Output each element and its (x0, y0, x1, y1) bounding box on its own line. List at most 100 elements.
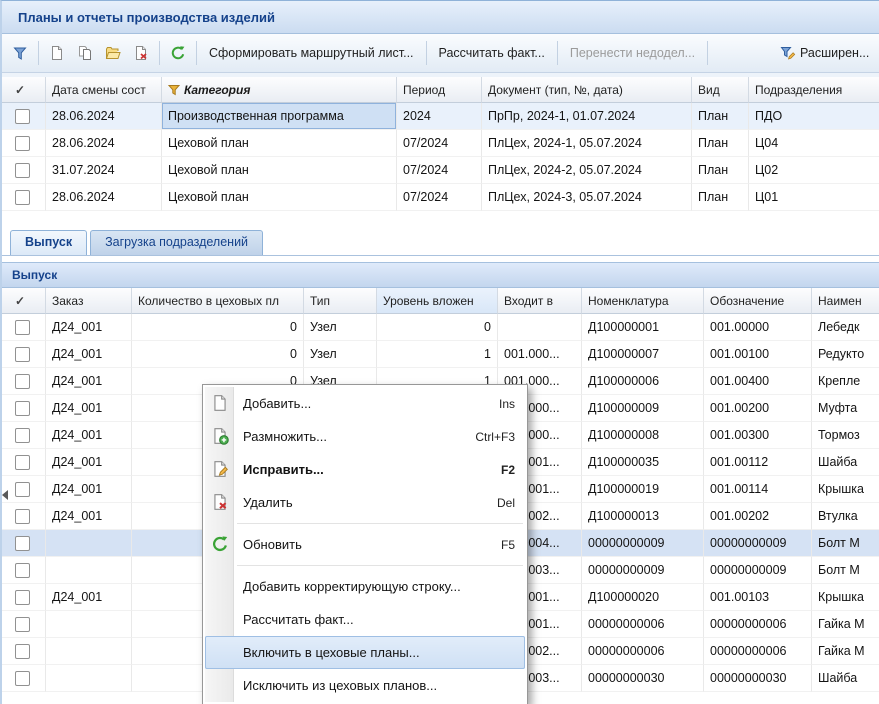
plans-table-cell-document: ПлЦех, 2024-1, 05.07.2024 (482, 130, 692, 157)
plans-table-header-check[interactable]: ✓ (2, 77, 46, 103)
output-table-cell-order: Д24_001 (46, 368, 132, 395)
select-all-checkmark-icon: ✓ (15, 294, 25, 308)
open-folder-icon (105, 45, 121, 61)
row-checkbox[interactable] (15, 428, 30, 443)
filter-button[interactable] (6, 40, 34, 66)
plans-table-cell-category: Цеховой план (162, 130, 397, 157)
plans-table-cell-kind: План (692, 157, 749, 184)
row-checkbox[interactable] (15, 190, 30, 205)
add-button[interactable] (43, 40, 71, 66)
output-table-header-qty[interactable]: Количество в цеховых пл (132, 288, 304, 314)
menu-item[interactable]: Добавить корректирующую строку... (205, 570, 525, 603)
row-checkbox[interactable] (15, 590, 30, 605)
output-table-header-nomenclature[interactable]: Номенклатура (582, 288, 704, 314)
output-table-header-level[interactable]: Уровень вложен (377, 288, 498, 314)
output-table-header-check[interactable]: ✓ (2, 288, 46, 314)
row-checkbox[interactable] (15, 320, 30, 335)
output-table-cell-text: 00000000009 (710, 536, 786, 550)
row-checkbox[interactable] (15, 401, 30, 416)
output-table-cell-order (46, 611, 132, 638)
output-table-header-label: Количество в цеховых пл (138, 294, 279, 308)
output-table-header-label: Обозначение (710, 294, 784, 308)
plans-table-row[interactable]: 31.07.2024Цеховой план07/2024ПлЦех, 2024… (2, 157, 879, 184)
advanced-filter-button[interactable]: Расширен... (772, 40, 875, 66)
row-checkbox[interactable] (15, 455, 30, 470)
tab-1[interactable]: Загрузка подразделений (90, 230, 263, 255)
output-table-cell-text: Д100000008 (588, 428, 659, 442)
plans-table-cell-check (2, 130, 46, 157)
plans-grid: ✓ Дата смены состКатегорияПериодДокумент … (2, 77, 879, 211)
output-table-cell-name: Лебедк (812, 314, 879, 341)
row-checkbox[interactable] (15, 563, 30, 578)
output-table-header-designation[interactable]: Обозначение (704, 288, 812, 314)
output-table-cell-nomenclature: Д100000007 (582, 341, 704, 368)
output-table-cell-nomenclature: 00000000009 (582, 530, 704, 557)
output-table-row[interactable]: Д24_0010Узел1001.000...Д100000007001.001… (2, 341, 879, 368)
row-checkbox[interactable] (15, 617, 30, 632)
output-table-cell-check (2, 314, 46, 341)
toolbar: Сформировать маршрутный лист... Рассчита… (2, 34, 879, 73)
tab-0[interactable]: Выпуск (10, 230, 87, 255)
output-table-cell-check (2, 530, 46, 557)
select-all-checkmark-icon: ✓ (15, 83, 25, 97)
row-checkbox[interactable] (15, 374, 30, 389)
plans-table-cell-text: План (698, 136, 728, 150)
output-table-header-parent[interactable]: Входит в (498, 288, 582, 314)
delete-button[interactable] (127, 40, 155, 66)
plans-table-header-category[interactable]: Категория (162, 77, 397, 103)
row-checkbox[interactable] (15, 536, 30, 551)
plans-table-row[interactable]: 28.06.2024Производственная программа2024… (2, 103, 879, 130)
row-checkbox[interactable] (15, 482, 30, 497)
menu-item[interactable]: Исправить...F2 (205, 453, 525, 486)
row-checkbox[interactable] (15, 644, 30, 659)
output-table-cell-text: 00000000009 (588, 536, 664, 550)
output-table-cell-nomenclature: Д100000035 (582, 449, 704, 476)
output-table-cell-check (2, 611, 46, 638)
refresh-button[interactable] (164, 40, 192, 66)
plans-table-cell-period: 2024 (397, 103, 482, 130)
toolbar-separator (557, 41, 558, 65)
menu-item[interactable]: ОбновитьF5 (205, 528, 525, 561)
plans-table-header-date[interactable]: Дата смены сост (46, 77, 162, 103)
output-table-header-name[interactable]: Наимен (812, 288, 879, 314)
output-table-header-order[interactable]: Заказ (46, 288, 132, 314)
output-table-cell-name: Крышка (812, 476, 879, 503)
output-table-cell-order: Д24_001 (46, 314, 132, 341)
row-checkbox[interactable] (15, 671, 30, 686)
menu-item[interactable]: Добавить...Ins (205, 387, 525, 420)
menu-item[interactable]: УдалитьDel (205, 486, 525, 519)
output-table-row[interactable]: Д24_0010Узел0Д100000001001.00000Лебедк (2, 314, 879, 341)
open-button[interactable] (99, 40, 127, 66)
output-table-cell-nomenclature: 00000000006 (582, 638, 704, 665)
output-table-cell-name: Втулка (812, 503, 879, 530)
row-checkbox[interactable] (15, 347, 30, 362)
menu-item[interactable]: Рассчитать факт... (205, 603, 525, 636)
plans-table-row[interactable]: 28.06.2024Цеховой план07/2024ПлЦех, 2024… (2, 184, 879, 211)
row-checkbox[interactable] (15, 109, 30, 124)
menu-item[interactable]: Исключить из цеховых планов... (205, 669, 525, 702)
calc-fact-button[interactable]: Рассчитать факт... (431, 40, 553, 66)
plans-table-row[interactable]: 28.06.2024Цеховой план07/2024ПлЦех, 2024… (2, 130, 879, 157)
output-table-header-type[interactable]: Тип (304, 288, 377, 314)
row-checkbox[interactable] (15, 163, 30, 178)
copy-button[interactable] (71, 40, 99, 66)
output-table-cell-check (2, 503, 46, 530)
plans-table-header-kind[interactable]: Вид (692, 77, 749, 103)
route-sheet-button[interactable]: Сформировать маршрутный лист... (201, 40, 422, 66)
output-table-cell-check (2, 557, 46, 584)
menu-item[interactable]: Включить в цеховые планы... (205, 636, 525, 669)
output-table-cell-text: 1 (484, 347, 491, 361)
menu-item[interactable]: Размножить...Ctrl+F3 (205, 420, 525, 453)
plans-table-header-division[interactable]: Подразделения (749, 77, 879, 103)
row-checkbox[interactable] (15, 136, 30, 151)
plans-table-header-period[interactable]: Период (397, 77, 482, 103)
plans-table-header-document[interactable]: Документ (тип, №, дата) (482, 77, 692, 103)
panel-collapse-arrow-icon[interactable] (2, 490, 8, 500)
output-table-cell-type: Узел (304, 314, 377, 341)
row-checkbox[interactable] (15, 509, 30, 524)
plans-table-cell-division: Ц02 (749, 157, 879, 184)
plans-table-cell-text: План (698, 190, 728, 204)
output-table-cell-text: Узел (310, 320, 337, 334)
output-table-cell-text: 0 (484, 320, 491, 334)
output-table-cell-nomenclature: Д100000019 (582, 476, 704, 503)
